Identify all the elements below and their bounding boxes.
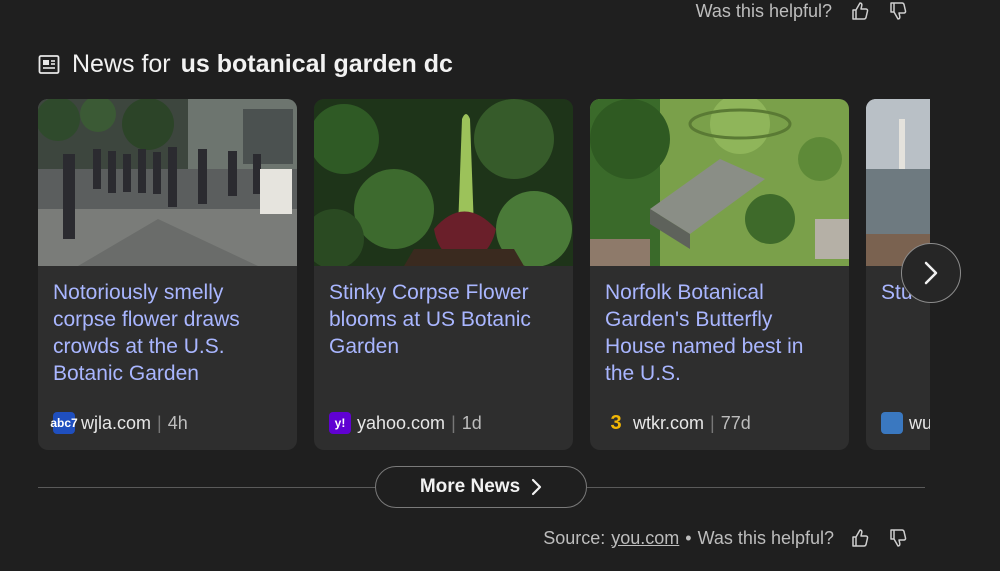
source-name: wjla.com <box>81 412 152 433</box>
divider <box>38 487 376 488</box>
card-age: 1d <box>461 412 482 433</box>
thumbs-down-icon[interactable] <box>888 528 908 548</box>
card-source: wu… <box>881 412 930 434</box>
top-feedback: Was this helpful? <box>696 0 908 22</box>
thumbs-down-icon[interactable] <box>888 1 908 21</box>
news-prefix: News for <box>72 50 171 78</box>
separator: | <box>157 412 162 433</box>
card-title[interactable]: Stinky Corpse Flower blooms at US Botani… <box>329 279 561 360</box>
wusa-logo-icon <box>881 412 903 434</box>
thumbs-up-icon[interactable] <box>850 528 870 548</box>
bullet: • <box>685 527 692 548</box>
news-card[interactable]: Notoriously smelly corpse flower draws c… <box>38 99 297 450</box>
helpful-question: Was this helpful? <box>697 527 834 548</box>
news-query: us botanical garden dc <box>180 50 453 78</box>
wjla-logo-icon: abc7 <box>50 412 78 434</box>
card-thumbnail <box>866 99 930 266</box>
card-source: 3 wtkr.com | 77d <box>605 411 751 434</box>
news-section-title: News for us botanical garden dc <box>38 50 453 79</box>
yahoo-logo-icon: y! <box>329 412 351 434</box>
divider <box>587 487 925 488</box>
helpful-question: Was this helpful? <box>695 0 832 21</box>
card-title[interactable]: Norfolk Botanical Garden's Butterfly Hou… <box>605 279 837 387</box>
source-link[interactable]: you.com <box>611 528 679 549</box>
card-thumbnail <box>38 99 297 266</box>
card-source: abc7 wjla.com | 4h <box>50 412 188 434</box>
bottom-feedback: Source: you.com • Was this helpful? <box>543 526 908 550</box>
source-label: Source: <box>543 527 606 548</box>
separator: | <box>710 412 715 433</box>
card-source: y! yahoo.com | 1d <box>329 412 482 434</box>
separator: | <box>451 412 456 433</box>
news-card[interactable]: Stinky Corpse Flower blooms at US Botani… <box>314 99 573 450</box>
card-title[interactable]: Notoriously smelly corpse flower draws c… <box>53 279 285 387</box>
card-age: 77d <box>720 412 751 433</box>
more-news-label: More News <box>419 476 521 497</box>
card-thumbnail <box>314 99 573 266</box>
news-carousel: Notoriously smelly corpse flower draws c… <box>38 99 930 450</box>
source-name: wu… <box>909 412 930 433</box>
chevron-right-icon <box>532 478 542 496</box>
wtkr-logo-icon: 3 <box>610 411 622 434</box>
more-news-button[interactable]: More News <box>375 466 587 508</box>
carousel-next-button[interactable] <box>901 243 961 303</box>
source-name: yahoo.com <box>357 412 446 433</box>
source-name: wtkr.com <box>633 412 705 433</box>
card-age: 4h <box>167 412 188 433</box>
news-card[interactable]: Norfolk Botanical Garden's Butterfly Hou… <box>590 99 849 450</box>
chevron-right-icon <box>924 261 938 285</box>
thumbs-up-icon[interactable] <box>850 1 870 21</box>
card-thumbnail <box>590 99 849 266</box>
newspaper-icon <box>38 54 62 76</box>
